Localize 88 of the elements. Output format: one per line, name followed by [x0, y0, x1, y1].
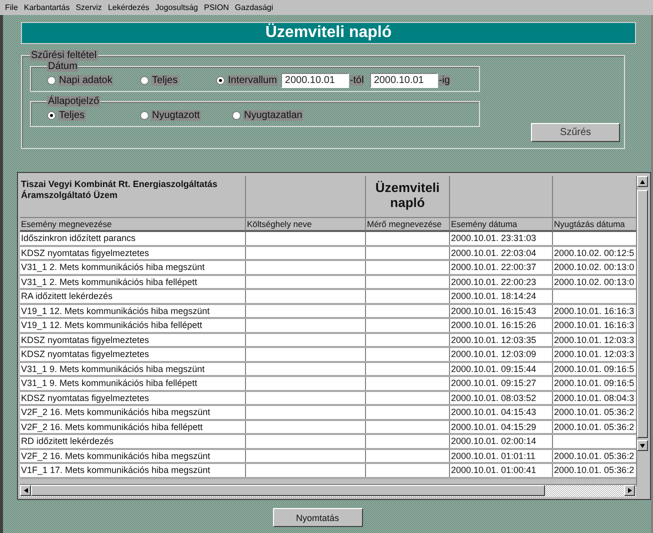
table-cell: V19_1 12. Mets kommunikációs hiba fellépett — [20, 319, 246, 332]
table-cell: 2000.10.01. 23:31:03 — [450, 232, 553, 244]
table-cell: 2000.10.02. 00:13:0 — [553, 276, 638, 288]
table-cell: KDSZ nyomtatas figyelmeztetes — [20, 334, 246, 346]
radio-button[interactable] — [216, 76, 225, 85]
table-cell: V31_1 9. Mets kommunikációs hiba fellépett — [20, 377, 246, 390]
table-cell: KDSZ nyomtatas figyelmeztetes — [20, 392, 246, 404]
print-button[interactable]: Nyomtatás — [272, 508, 362, 527]
radio-button[interactable] — [140, 76, 149, 85]
column-header[interactable]: Esemény megnevezése — [20, 218, 246, 232]
menu-item[interactable]: File — [2, 3, 21, 12]
table-cell: 2000.10.01. 22:00:37 — [450, 261, 553, 274]
table-cell: 2000.10.01. 12:03:35 — [450, 334, 553, 346]
menu-item[interactable]: Szerviz — [72, 3, 105, 12]
column-header[interactable]: Költséghely neve — [246, 218, 366, 232]
radio-button[interactable] — [140, 111, 149, 120]
table-cell: RA időzitett lekérdezés — [20, 290, 246, 302]
table-cell: KDSZ nyomtatas figyelmeztetes — [20, 246, 246, 259]
table-cell: 2000.10.01. 08:04:3 — [553, 392, 638, 404]
table-cell: V1F_1 17. Mets kommunikációs hiba megszünt — [20, 464, 246, 476]
menu-item[interactable]: Lekérdezés — [104, 3, 152, 12]
table-cell: 2000.10.01. 02:00:14 — [450, 435, 553, 448]
horizontal-scrollbar[interactable] — [20, 484, 636, 497]
table-cell: 2000.10.01. 16:16:3 — [553, 304, 638, 317]
table-cell: 2000.10.01. 08:03:52 — [450, 392, 553, 404]
scroll-thumb[interactable] — [31, 485, 545, 496]
field-suffix: -tól — [350, 75, 364, 86]
table-cell: 2000.10.01. 09:15:44 — [450, 362, 553, 375]
vertical-scrollbar[interactable] — [636, 176, 649, 486]
table-cell: RD időzitett lekérdezés — [20, 435, 246, 448]
menu-item[interactable]: Gazdasági — [232, 3, 276, 12]
radio-option[interactable]: Teljes — [140, 75, 216, 86]
table-cell: 2000.10.01. 16:15:43 — [450, 304, 553, 317]
column-header[interactable]: Mérő megnevezése — [366, 218, 450, 232]
date-field[interactable]: 2000.10.01 — [280, 73, 349, 88]
field-suffix: -ig — [438, 75, 450, 86]
table-cell: 2000.10.01. 05:36:2 — [553, 406, 638, 418]
radio-button[interactable] — [47, 111, 56, 120]
table-cell: V31_1 9. Mets kommunikációs hiba megszünt — [20, 362, 246, 375]
scroll-up-icon[interactable] — [637, 176, 648, 187]
date-field[interactable]: 2000.10.01 — [370, 73, 438, 88]
window-title: Üzemviteli napló — [21, 22, 636, 44]
table-cell: Időszinkron időzített parancs — [20, 232, 246, 244]
table-cell: 2000.10.01. 09:16:5 — [553, 377, 638, 390]
table-cell: V31_1 2. Mets kommunikációs hiba megszünt — [20, 261, 246, 274]
table-cell: 2000.10.01. 05:36:2 — [553, 450, 638, 462]
table-cell: KDSZ nyomtatas figyelmeztetes — [20, 348, 246, 360]
table-cell: V2F_2 16. Mets kommunikációs hiba megszünt — [20, 406, 246, 418]
group-label: Dátum — [47, 61, 78, 72]
company-name: Tiszai Vegyi Kombinát Rt. Energiaszolgáltatás Áramszolgáltató Üzem — [20, 176, 246, 218]
scroll-thumb[interactable] — [637, 190, 648, 438]
table-cell: 2000.10.01. 18:14:24 — [450, 290, 553, 302]
radio-option[interactable]: Teljes — [47, 110, 140, 121]
radio-button[interactable] — [232, 111, 241, 120]
table-cell: 2000.10.01. 01:01:11 — [450, 450, 553, 462]
group-label: Állapotjelző — [47, 96, 100, 107]
table-cell: 2000.10.01. 09:16:5 — [553, 362, 638, 375]
report-title: Üzemviteli napló — [366, 176, 450, 218]
scroll-right-icon[interactable] — [624, 485, 635, 496]
table-cell: 2000.10.01. 12:03:3 — [553, 334, 638, 346]
table-cell: 2000.10.01. 05:36:2 — [553, 464, 638, 476]
table-cell: 2000.10.01. 04:15:43 — [450, 406, 553, 418]
table-cell: 2000.10.01. 05:36:2 — [553, 420, 638, 433]
radio-button[interactable] — [47, 76, 56, 85]
table-cell: V19_1 12. Mets kommunikációs hiba megszünt — [20, 304, 246, 317]
table-cell: 2000.10.01. 12:03:09 — [450, 348, 553, 360]
table-cell: 2000.10.01. 01:00:41 — [450, 464, 553, 476]
table-cell: V31_1 2. Mets kommunikációs hiba fellépett — [20, 276, 246, 288]
menu-item[interactable]: Jogosultság — [152, 3, 201, 12]
scroll-left-icon[interactable] — [20, 485, 31, 496]
filter-button[interactable]: Szűrés — [531, 123, 620, 142]
table-cell: 2000.10.01. 09:15:27 — [450, 377, 553, 390]
menu-item[interactable]: PSION — [201, 3, 232, 12]
table-cell: 2000.10.01. 12:03:3 — [553, 348, 638, 360]
table-cell: 2000.10.01. 22:03:04 — [450, 246, 553, 259]
table-cell: V2F_2 16. Mets kommunikációs hiba megszünt — [20, 450, 246, 462]
table-cell: 2000.10.02. 00:13:0 — [553, 261, 638, 274]
table-cell: 2000.10.01. 22:00:23 — [450, 276, 553, 288]
column-header[interactable]: Esemény dátuma — [450, 218, 553, 232]
column-header[interactable]: Nyugtázás dátuma — [553, 218, 638, 232]
table-cell: V2F_2 16. Mets kommunikációs hiba fellépett — [20, 420, 246, 433]
table-cell: 2000.10.01. 16:15:26 — [450, 319, 553, 332]
table-cell: 2000.10.01. 16:16:3 — [553, 319, 638, 332]
table-cell: 2000.10.01. 04:15:29 — [450, 420, 553, 433]
menu-item[interactable]: Karbantartás — [20, 3, 73, 12]
table-cell: 2000.10.02. 00:12:5 — [553, 246, 638, 259]
scroll-down-icon[interactable] — [637, 440, 648, 451]
panel-label: Szűrési feltétel — [30, 50, 98, 61]
